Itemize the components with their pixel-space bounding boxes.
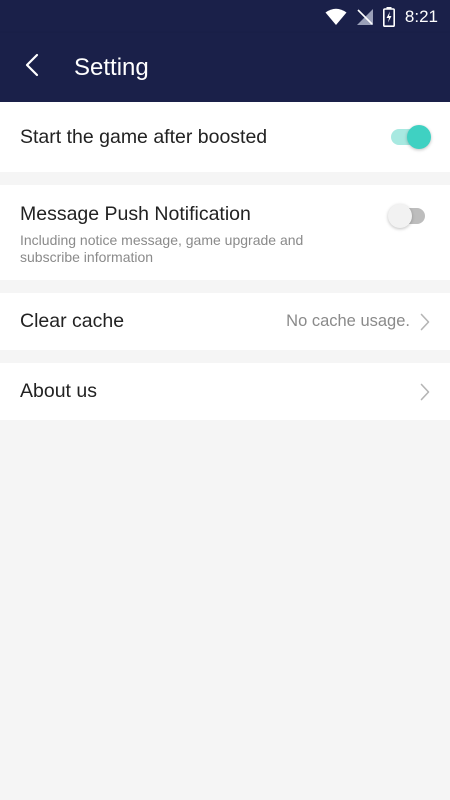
page-title: Setting bbox=[74, 53, 149, 81]
setting-label: About us bbox=[20, 380, 97, 402]
chevron-right-icon bbox=[420, 313, 430, 331]
setting-about-us[interactable]: About us bbox=[0, 363, 450, 420]
setting-label: Start the game after boosted bbox=[20, 125, 268, 148]
back-button[interactable] bbox=[0, 33, 62, 102]
setting-start-after-boost: Start the game after boosted bbox=[0, 102, 450, 172]
setting-clear-cache[interactable]: Clear cache No cache usage. bbox=[0, 293, 450, 350]
push-notification-toggle[interactable] bbox=[388, 202, 432, 230]
status-bar: 8:21 bbox=[0, 0, 450, 33]
app-bar: Setting bbox=[0, 33, 450, 102]
setting-label: Message Push Notification bbox=[20, 203, 251, 225]
chevron-left-icon bbox=[25, 53, 39, 82]
chevron-right-icon bbox=[420, 383, 430, 401]
cache-usage-value: No cache usage. bbox=[286, 312, 410, 330]
toggle-thumb bbox=[407, 125, 431, 149]
wifi-icon bbox=[325, 8, 347, 26]
settings-list: Start the game after boosted Message Pus… bbox=[0, 102, 450, 420]
setting-label: Clear cache bbox=[20, 310, 125, 332]
setting-description: Including notice message, game upgrade a… bbox=[20, 232, 304, 265]
start-after-boost-toggle[interactable] bbox=[388, 123, 432, 151]
status-time: 8:21 bbox=[404, 6, 438, 26]
settings-screen: 8:21 Setting Start the game after booste… bbox=[0, 0, 450, 800]
battery-charging-icon bbox=[382, 6, 395, 27]
no-signal-icon bbox=[356, 8, 374, 26]
setting-push-notification: Message Push Notification Including noti… bbox=[0, 185, 450, 280]
toggle-thumb bbox=[388, 204, 412, 228]
